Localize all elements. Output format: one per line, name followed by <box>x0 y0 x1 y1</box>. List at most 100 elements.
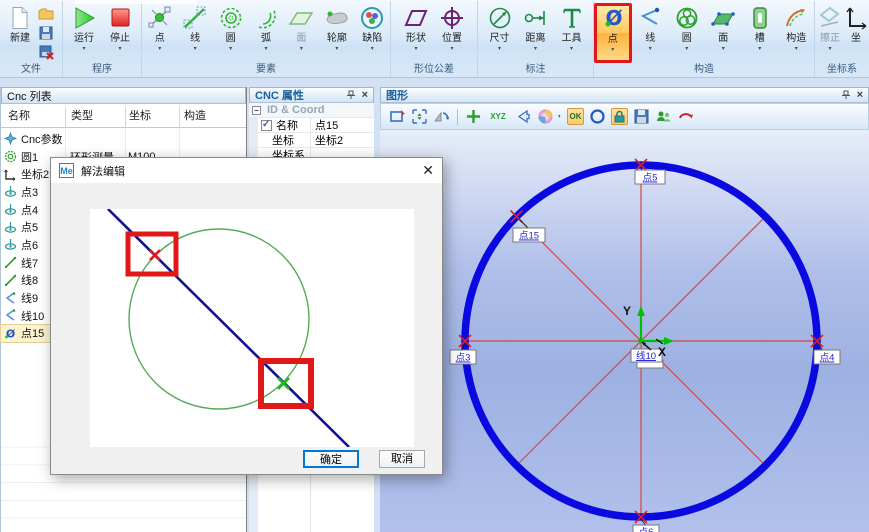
coordsys-button[interactable]: 坐 <box>843 3 869 63</box>
property-row[interactable]: 坐标 坐标2 <box>249 133 374 148</box>
run-button[interactable]: 运行 ▾ <box>66 3 102 63</box>
construct-line-button[interactable]: 线 ▾ <box>633 3 668 63</box>
construct-slot-icon <box>747 5 773 31</box>
label-dian15[interactable]: 点15 <box>513 228 545 242</box>
open-file-icon[interactable] <box>38 6 54 22</box>
color-wheel-icon[interactable] <box>536 108 562 125</box>
gdt-shape-button[interactable]: 形状 ▾ <box>398 3 434 63</box>
graphics-canvas[interactable]: 点5 点15 点3 点4 线10 点6 <box>380 130 869 532</box>
circle-toggle-icon[interactable] <box>589 108 606 125</box>
tool-button[interactable]: 工具 ▾ <box>554 3 590 63</box>
distance-icon <box>523 5 549 31</box>
column-header-construct[interactable]: 构造 <box>184 107 206 123</box>
construct-circle-button[interactable]: 圆 ▾ <box>669 3 704 63</box>
svg-text:点4: 点4 <box>820 353 835 364</box>
dialog-close-icon[interactable]: ✕ <box>422 162 434 179</box>
dropdown-arrow-icon: ▾ <box>722 46 725 52</box>
dialog-titlebar[interactable]: Me 解法编辑 ✕ <box>51 158 442 183</box>
fit-view-icon[interactable] <box>389 108 406 125</box>
pin-icon[interactable] <box>346 90 356 100</box>
checkbox-checked[interactable] <box>261 120 272 131</box>
dialog-cancel-button[interactable]: 取消 <box>379 450 425 468</box>
lock-icon[interactable] <box>611 108 628 125</box>
property-section[interactable]: − ID & Coord <box>249 103 374 118</box>
element-point-button[interactable]: 点 ▾ <box>142 3 177 63</box>
construct-construct-button[interactable]: 构造 ▾ <box>779 3 814 63</box>
coordsys-icon <box>843 5 869 31</box>
element-arc-button[interactable]: 弧 ▾ <box>248 3 283 63</box>
dropdown-arrow-icon: ▾ <box>685 46 688 52</box>
ok-toggle-icon[interactable]: OK <box>567 108 584 125</box>
dropdown-arrow-icon: ▾ <box>414 46 417 52</box>
users-icon[interactable] <box>655 108 672 125</box>
stop-button[interactable]: 停止 ▾ <box>102 3 138 63</box>
save-as-icon[interactable] <box>38 44 54 60</box>
element-plane-icon <box>288 5 314 31</box>
label-dian5[interactable]: 点5 <box>635 170 665 184</box>
new-file-button[interactable]: 新建 <box>2 3 38 63</box>
close-icon[interactable]: × <box>857 90 863 100</box>
ribbon-group-elements: 点 ▾ 线 ▾ 圆 ▾ 弧 ▾ <box>142 1 391 77</box>
element-arc-icon <box>253 5 279 31</box>
dropdown-arrow-icon: ▾ <box>611 47 614 53</box>
label-dian6[interactable]: 点6 <box>633 525 659 532</box>
mirror-view-icon[interactable] <box>433 108 450 125</box>
dropdown-arrow-icon: ▾ <box>300 46 303 52</box>
element-circle-button[interactable]: 圆 ▾ <box>213 3 248 63</box>
list-item[interactable]: Cnc参数 <box>1 130 246 148</box>
graphics-panel: 图形 × XYZ OK <box>380 87 869 532</box>
collapse-icon[interactable]: − <box>252 106 261 115</box>
save-view-icon[interactable] <box>633 108 650 125</box>
construct-slot-button[interactable]: 槽 ▾ <box>742 3 777 63</box>
rotate-icon[interactable] <box>677 108 694 125</box>
measured-point-icon <box>4 185 17 198</box>
svg-text:Y: Y <box>623 304 631 318</box>
column-header-type[interactable]: 类型 <box>71 107 93 123</box>
solution-edit-dialog: Me 解法编辑 ✕ 确定 取消 <box>50 157 443 475</box>
construct-plane-button[interactable]: 面 ▾ <box>706 3 741 63</box>
construct-circle-icon <box>674 5 700 31</box>
element-defect-button[interactable]: 缺陷 ▾ <box>355 3 390 63</box>
constructed-line-icon <box>4 309 17 322</box>
label-dian4[interactable]: 点4 <box>814 350 840 364</box>
element-profile-icon <box>324 5 350 31</box>
element-line-button[interactable]: 线 ▾ <box>177 3 212 63</box>
cnc-list-title: Cnc 列表 <box>1 87 246 104</box>
pin-icon[interactable] <box>841 90 851 100</box>
cnc-properties-title: CNC 属性 × <box>249 87 374 103</box>
ribbon-group-annotation: 尺寸 ▾ 距离 ▾ 工具 ▾ 标注 <box>478 1 594 77</box>
element-profile-button[interactable]: 轮廓 ▾ <box>319 3 354 63</box>
zoom-extents-icon[interactable] <box>411 108 428 125</box>
close-icon[interactable]: × <box>362 90 368 100</box>
measured-line-icon <box>4 256 17 269</box>
align-icon <box>817 5 843 31</box>
coordinate-system-icon <box>4 168 17 181</box>
dropdown-arrow-icon: ▾ <box>450 46 453 52</box>
element-plane-button[interactable]: 面 ▾ <box>284 3 319 63</box>
gdt-position-button[interactable]: 位置 ▾ <box>434 3 470 63</box>
select-arrow-icon[interactable] <box>514 108 531 125</box>
column-header-coord[interactable]: 坐标 <box>129 107 151 123</box>
add-point-icon[interactable] <box>465 108 482 125</box>
app-logo: Me <box>59 163 74 178</box>
xyz-icon[interactable]: XYZ <box>487 108 509 125</box>
tool-icon <box>559 5 585 31</box>
solution-preview-canvas[interactable] <box>90 209 414 447</box>
property-row[interactable]: 名称 点15 <box>249 118 374 133</box>
dropdown-arrow-icon: ▾ <box>758 46 761 52</box>
measured-point-icon <box>4 203 17 216</box>
construct-line-icon <box>637 5 663 31</box>
construct-point-button[interactable]: Ø 点 ▾ <box>594 3 632 63</box>
construct-point-icon: Ø <box>600 6 626 32</box>
dialog-ok-button[interactable]: 确定 <box>303 450 359 468</box>
distance-button[interactable]: 距离 ▾ <box>518 3 554 63</box>
graphics-title: 图形 × <box>380 87 869 103</box>
column-header-name[interactable]: 名称 <box>8 107 30 123</box>
svg-text:点15: 点15 <box>519 231 539 242</box>
ribbon-groups: 新建 文件 运行 ▾ <box>0 0 869 78</box>
dimension-button[interactable]: 尺寸 ▾ <box>482 3 518 63</box>
save-icon[interactable] <box>38 25 54 41</box>
align-button[interactable]: 擦正 ▾ <box>817 3 843 63</box>
label-dian3[interactable]: 点3 <box>450 350 476 364</box>
svg-text:X: X <box>658 345 666 359</box>
